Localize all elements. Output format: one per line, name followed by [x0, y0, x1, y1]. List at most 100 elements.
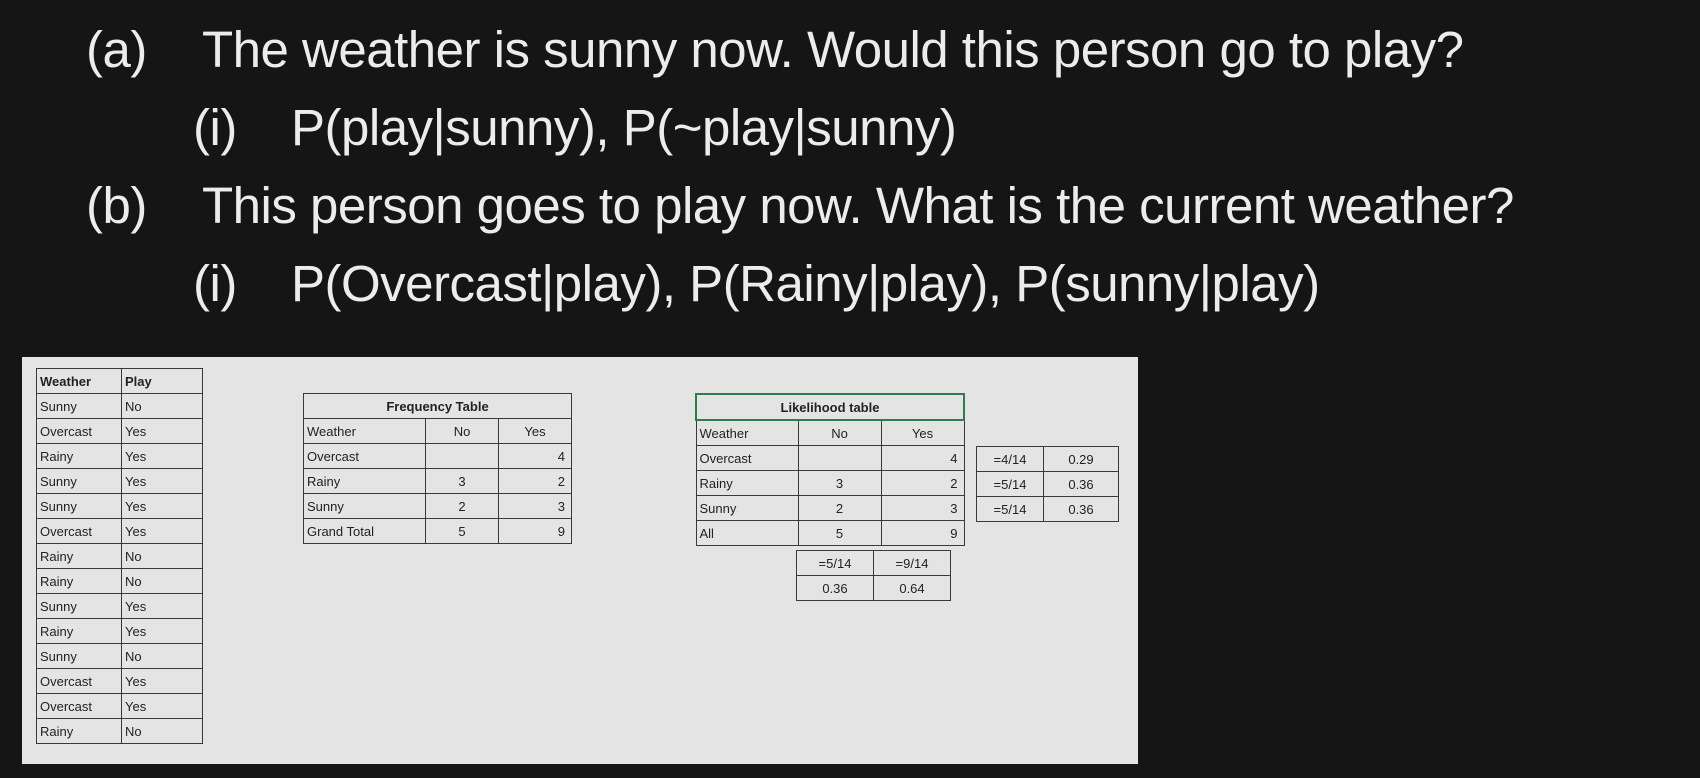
weather-cell: Rainy: [36, 543, 122, 569]
frequency-header-yes: Yes: [498, 418, 572, 444]
play-cell: Yes: [121, 668, 203, 694]
frequency-yes-cell: 4: [498, 443, 572, 469]
question-a-text: The weather is sunny now. Would this per…: [202, 21, 1464, 78]
data-table: Weather Play Sunny No Overcast Yes Rainy Yes Sun…: [36, 368, 203, 744]
weather-cell: Sunny: [36, 593, 122, 619]
play-probability-yes-cell: 0.64: [873, 575, 951, 601]
data-table-row: Rainy Yes: [36, 618, 203, 644]
frequency-table-row: Overcast 4: [303, 443, 572, 469]
frequency-table-row: Sunny 2 3: [303, 493, 572, 519]
likelihood-yes-cell: 9: [880, 520, 965, 546]
play-probability-row: 0.36 0.64: [796, 575, 951, 601]
play-cell: Yes: [121, 493, 203, 519]
weather-cell: Rainy: [36, 568, 122, 594]
play-cell: No: [121, 393, 203, 419]
data-table-row: Overcast Yes: [36, 693, 203, 719]
likelihood-table-row: All 5 9: [695, 520, 965, 546]
frequency-no-cell: 5: [425, 518, 499, 544]
play-cell: Yes: [121, 418, 203, 444]
question-b-sub: (i) P(Overcast|play), P(Rainy|play), P(su…: [193, 258, 1320, 309]
play-cell: No: [121, 643, 203, 669]
question-b-sub-label: (i): [193, 255, 237, 312]
frequency-table-row: Rainy 3 2: [303, 468, 572, 494]
likelihood-weather-cell: Sunny: [695, 495, 799, 521]
play-cell: No: [121, 543, 203, 569]
weather-probability-value-cell: 0.29: [1043, 446, 1119, 472]
likelihood-header-yes: Yes: [880, 419, 965, 446]
frequency-no-cell: 3: [425, 468, 499, 494]
play-cell: Yes: [121, 593, 203, 619]
likelihood-yes-cell: 2: [880, 470, 965, 496]
play-cell: Yes: [121, 443, 203, 469]
data-table-header-play: Play: [121, 368, 203, 394]
play-cell: Yes: [121, 618, 203, 644]
play-probability-no-cell: =5/14: [796, 550, 874, 576]
play-cell: Yes: [121, 518, 203, 544]
question-a-label: (a): [86, 21, 147, 78]
likelihood-weather-cell: Overcast: [695, 445, 799, 471]
data-table-row: Sunny No: [36, 643, 203, 669]
weather-cell: Sunny: [36, 393, 122, 419]
data-table-row: Overcast Yes: [36, 418, 203, 444]
weather-cell: Overcast: [36, 693, 122, 719]
data-table-header-row: Weather Play: [36, 368, 203, 394]
data-table-row: Overcast Yes: [36, 518, 203, 544]
play-probability-no-cell: 0.36: [796, 575, 874, 601]
data-table-row: Overcast Yes: [36, 668, 203, 694]
likelihood-no-cell: [797, 445, 882, 471]
weather-cell: Rainy: [36, 718, 122, 744]
likelihood-table-row: Rainy 3 2: [695, 470, 965, 496]
likelihood-yes-cell: 4: [880, 445, 965, 471]
likelihood-header-no: No: [797, 419, 882, 446]
play-probability-yes-cell: =9/14: [873, 550, 951, 576]
likelihood-table: Likelihood table Weather No Yes Overcast…: [695, 393, 965, 546]
weather-probability-value-cell: 0.36: [1043, 496, 1119, 522]
weather-probability-row: =4/14 0.29: [976, 446, 1119, 472]
frequency-weather-cell: Overcast: [303, 443, 426, 469]
frequency-header-weather: Weather: [303, 418, 426, 444]
frequency-table: Frequency Table Weather No Yes Overcast 4…: [303, 393, 572, 544]
likelihood-no-cell: 5: [797, 520, 882, 546]
weather-probability-formula-cell: =5/14: [976, 496, 1044, 522]
spreadsheet-panel: Weather Play Sunny No Overcast Yes Rainy Yes Sun…: [22, 357, 1138, 764]
likelihood-yes-cell: 3: [880, 495, 965, 521]
frequency-weather-cell: Grand Total: [303, 518, 426, 544]
frequency-yes-cell: 3: [498, 493, 572, 519]
play-probability-table: =5/14 =9/14 0.36 0.64: [796, 550, 951, 601]
weather-probability-row: =5/14 0.36: [976, 496, 1119, 522]
data-table-row: Sunny Yes: [36, 493, 203, 519]
likelihood-table-row: Sunny 2 3: [695, 495, 965, 521]
data-table-row: Sunny Yes: [36, 468, 203, 494]
data-table-row: Sunny No: [36, 393, 203, 419]
frequency-no-cell: 2: [425, 493, 499, 519]
frequency-weather-cell: Sunny: [303, 493, 426, 519]
data-table-row: Rainy No: [36, 718, 203, 744]
weather-cell: Sunny: [36, 643, 122, 669]
question-b: (b) This person goes to play now. What is…: [86, 180, 1514, 231]
question-b-sub-text: P(Overcast|play), P(Rainy|play), P(sunny…: [291, 255, 1320, 312]
likelihood-no-cell: 2: [797, 495, 882, 521]
likelihood-weather-cell: All: [695, 520, 799, 546]
question-a-sub: (i) P(play|sunny), P(~play|sunny): [193, 99, 957, 156]
likelihood-table-row: Overcast 4: [695, 445, 965, 471]
play-cell: Yes: [121, 693, 203, 719]
play-cell: No: [121, 568, 203, 594]
frequency-yes-cell: 9: [498, 518, 572, 544]
weather-cell: Sunny: [36, 493, 122, 519]
weather-probability-table: =4/14 0.29 =5/14 0.36 =5/14 0.36: [976, 446, 1119, 522]
question-a-sub-label: (i): [193, 99, 237, 156]
frequency-weather-cell: Rainy: [303, 468, 426, 494]
weather-cell: Overcast: [36, 518, 122, 544]
data-table-row: Sunny Yes: [36, 593, 203, 619]
data-table-row: Rainy Yes: [36, 443, 203, 469]
frequency-table-title: Frequency Table: [303, 393, 572, 419]
weather-probability-formula-cell: =5/14: [976, 471, 1044, 497]
likelihood-table-title: Likelihood table: [695, 393, 965, 421]
question-a: (a) The weather is sunny now. Would this …: [86, 21, 1464, 78]
weather-cell: Overcast: [36, 668, 122, 694]
weather-cell: Rainy: [36, 443, 122, 469]
weather-cell: Rainy: [36, 618, 122, 644]
likelihood-weather-cell: Rainy: [695, 470, 799, 496]
data-table-row: Rainy No: [36, 543, 203, 569]
weather-cell: Sunny: [36, 468, 122, 494]
